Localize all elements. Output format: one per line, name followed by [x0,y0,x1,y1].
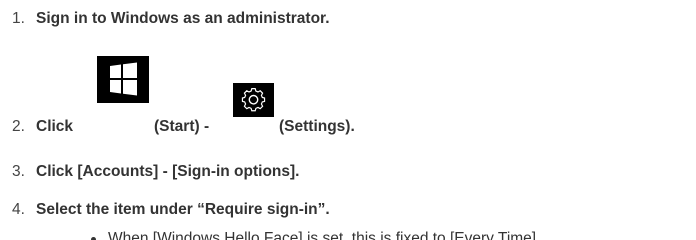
step-2-number: 2. [12,118,25,135]
step-1-number: 1. [12,10,25,27]
step-1-text: Sign in to Windows as an administrator. [36,10,330,27]
settings-gear-icon [233,83,274,117]
windows-start-icon [97,56,149,103]
step-4-number: 4. [12,201,25,218]
step-3-text: Click [Accounts] - [Sign-in options]. [36,163,300,180]
instruction-page: 1. Sign in to Windows as an administrato… [0,0,696,240]
note-item: When [Windows Hello Face] is set, this i… [91,229,541,240]
note-text: When [Windows Hello Face] is set, this i… [108,230,541,240]
step-2-click-label: Click [36,118,74,135]
start-label: (Start) - [154,118,210,135]
step-4-text: Select the item under “Require sign-in”. [36,201,330,218]
step-3-number: 3. [12,163,25,180]
settings-label: (Settings). [279,118,355,135]
